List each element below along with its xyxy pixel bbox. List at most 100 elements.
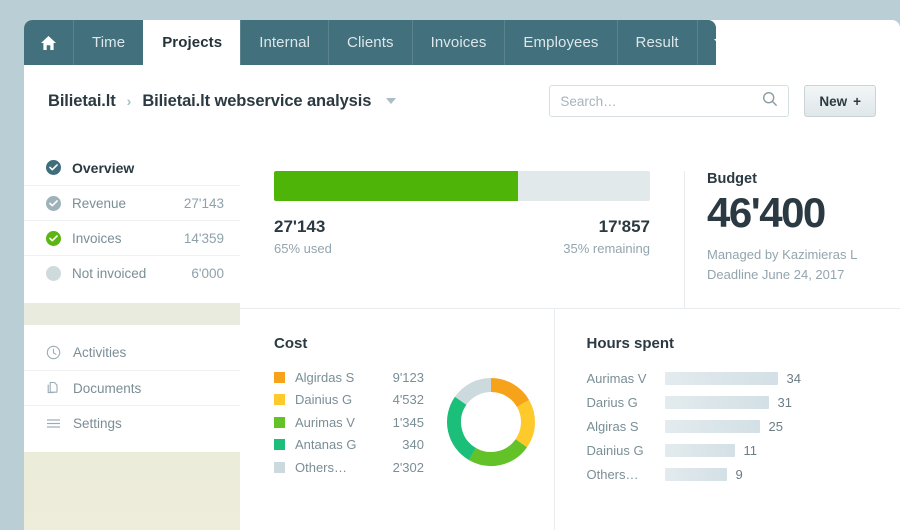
cost-legend-row: Antanas G 340 bbox=[274, 434, 424, 457]
tab-result[interactable]: Result bbox=[616, 20, 697, 65]
sidebar-item-value: 27'143 bbox=[183, 195, 224, 211]
sidebar-item-label: Settings bbox=[73, 415, 122, 431]
plus-icon: + bbox=[853, 93, 861, 109]
search-input[interactable] bbox=[560, 93, 763, 109]
hours-bar-row: Others… 9 bbox=[587, 462, 867, 486]
sidebar-item-overview[interactable]: Overview bbox=[24, 150, 240, 185]
color-swatch bbox=[274, 461, 285, 473]
new-button[interactable]: New + bbox=[804, 85, 876, 117]
donut-segment bbox=[515, 400, 535, 448]
hours-bar-label: Algiras S bbox=[586, 418, 639, 434]
hours-bar-row: Algiras S 25 bbox=[587, 414, 867, 438]
progress-used: 27'143 65% used bbox=[274, 217, 332, 256]
documents-icon bbox=[46, 381, 62, 396]
tab-label: Clients bbox=[347, 34, 394, 51]
cost-legend-value: 2'302 bbox=[392, 459, 424, 475]
cost-legend-row: Others… 2'302 bbox=[274, 456, 424, 479]
budget-title: Budget bbox=[707, 171, 757, 187]
breadcrumb-root[interactable]: Bilietai.lt bbox=[48, 92, 116, 111]
sidebar-item-label: Overview bbox=[72, 159, 135, 176]
cost-legend-value: 340 bbox=[402, 437, 424, 453]
sidebar-item-label: Not invoiced bbox=[72, 265, 147, 281]
progress-bar-track bbox=[274, 171, 650, 201]
tab-label: Internal bbox=[259, 34, 311, 51]
hours-bar bbox=[664, 395, 769, 409]
hours-bar-row: Aurimas V 34 bbox=[587, 366, 867, 390]
sidebar-item-documents[interactable]: Documents bbox=[24, 370, 240, 405]
cost-legend-label: Aurimas V bbox=[295, 414, 355, 430]
page-body: Overview Revenue 27'143 Invoices 14'359 … bbox=[24, 137, 900, 530]
tab-invoices[interactable]: Invoices bbox=[411, 20, 505, 65]
cost-legend: Algirdas S 9'123 Dainius G 4'532 Aurimas V 1'… bbox=[274, 366, 424, 479]
tab-time[interactable]: Time bbox=[73, 20, 143, 65]
remaining-value: 17'857 bbox=[598, 217, 650, 236]
breadcrumb-dropdown-icon[interactable] bbox=[386, 98, 397, 104]
sidebar-item-revenue[interactable]: Revenue 27'143 bbox=[24, 185, 240, 220]
breadcrumb-separator: › bbox=[126, 93, 132, 109]
breadcrumb: Bilietai.lt › Bilietai.lt webservice ana… bbox=[48, 92, 397, 111]
sidebar-item-label: Documents bbox=[73, 380, 142, 396]
hours-bar bbox=[664, 467, 727, 481]
cost-legend-row: Dainius G 4'532 bbox=[274, 389, 424, 412]
breadcrumb-current[interactable]: Bilietai.lt webservice analysis bbox=[142, 92, 371, 111]
check-icon bbox=[46, 195, 61, 211]
hours-bar-row: Darius G 31 bbox=[587, 390, 867, 414]
donut-svg bbox=[446, 378, 535, 467]
sidebar-item-value: 14'359 bbox=[183, 230, 224, 246]
new-button-label: New bbox=[819, 93, 848, 109]
progress-remaining: 17'857 35% remaining bbox=[563, 217, 650, 256]
tab-internal[interactable]: Internal bbox=[240, 20, 328, 65]
budget-deadline: Deadline June 24, 2017 bbox=[707, 266, 845, 282]
cost-panel: Cost Algirdas S 9'123 Dainius G 4'532 Aurima… bbox=[240, 309, 554, 530]
tab-projects[interactable]: Projects bbox=[143, 20, 241, 65]
chevron-down-icon bbox=[713, 38, 716, 47]
sidebar-item-label: Invoices bbox=[72, 230, 122, 246]
search-icon[interactable] bbox=[762, 91, 778, 112]
tab-overflow-menu[interactable] bbox=[696, 20, 716, 65]
hours-bar bbox=[664, 371, 778, 385]
hours-panel: Hours spent Aurimas V 34 Darius G 31 Algiras… bbox=[553, 309, 900, 530]
sidebar: Overview Revenue 27'143 Invoices 14'359 … bbox=[24, 137, 240, 530]
hours-bar-value: 31 bbox=[777, 394, 792, 410]
tab-clients[interactable]: Clients bbox=[328, 20, 412, 65]
tab-employees[interactable]: Employees bbox=[504, 20, 616, 65]
tab-label: Invoices bbox=[430, 34, 487, 51]
header-actions: New + bbox=[549, 85, 876, 117]
donut-segment bbox=[490, 378, 529, 408]
search-box[interactable] bbox=[549, 85, 790, 117]
hours-bar-row: Dainius G 11 bbox=[587, 438, 867, 462]
color-swatch bbox=[274, 439, 285, 451]
budget-manager: Managed by Kazimieras L bbox=[707, 247, 858, 263]
sidebar-item-settings[interactable]: Settings bbox=[24, 405, 240, 440]
budget-section: 27'143 65% used 17'857 35% remaining Bud… bbox=[240, 137, 900, 309]
menu-lines-icon bbox=[46, 418, 62, 429]
donut-segment bbox=[454, 378, 492, 406]
tab-label: Projects bbox=[162, 34, 223, 51]
cost-chart: Algirdas S 9'123 Dainius G 4'532 Aurimas V 1'… bbox=[274, 366, 554, 479]
home-icon bbox=[40, 35, 57, 51]
sidebar-item-activities[interactable]: Activities bbox=[24, 335, 240, 370]
hours-title: Hours spent bbox=[586, 335, 675, 352]
cost-legend-value: 1'345 bbox=[392, 414, 424, 430]
page-header: Bilietai.lt › Bilietai.lt webservice ana… bbox=[24, 65, 900, 137]
cost-legend-label: Algirdas S bbox=[295, 369, 355, 385]
used-sublabel: 65% used bbox=[274, 241, 332, 256]
sidebar-item-invoices[interactable]: Invoices 14'359 bbox=[24, 220, 240, 255]
hours-bar-label: Others… bbox=[586, 466, 639, 482]
check-icon bbox=[46, 160, 61, 175]
color-swatch bbox=[274, 371, 285, 383]
sidebar-item-label: Revenue bbox=[72, 195, 127, 211]
hours-bar-value: 25 bbox=[768, 418, 783, 434]
cost-legend-value: 4'532 bbox=[392, 392, 424, 408]
progress-legend: 27'143 65% used 17'857 35% remaining bbox=[274, 217, 650, 256]
tab-label: Time bbox=[92, 34, 126, 51]
tab-home[interactable] bbox=[24, 20, 73, 65]
page-background: Time Projects Internal Clients Invoices … bbox=[0, 0, 900, 530]
sidebar-item-not-invoiced[interactable]: Not invoiced 6'000 bbox=[24, 255, 240, 290]
hours-bar bbox=[664, 419, 760, 433]
color-swatch bbox=[274, 394, 285, 406]
budget-summary: Budget 46'400 Managed by Kazimieras L De… bbox=[684, 171, 900, 308]
budget-amount: 46'400 bbox=[707, 189, 826, 236]
hours-bar-label: Aurimas V bbox=[586, 370, 647, 386]
hours-bar-value: 34 bbox=[786, 370, 801, 386]
